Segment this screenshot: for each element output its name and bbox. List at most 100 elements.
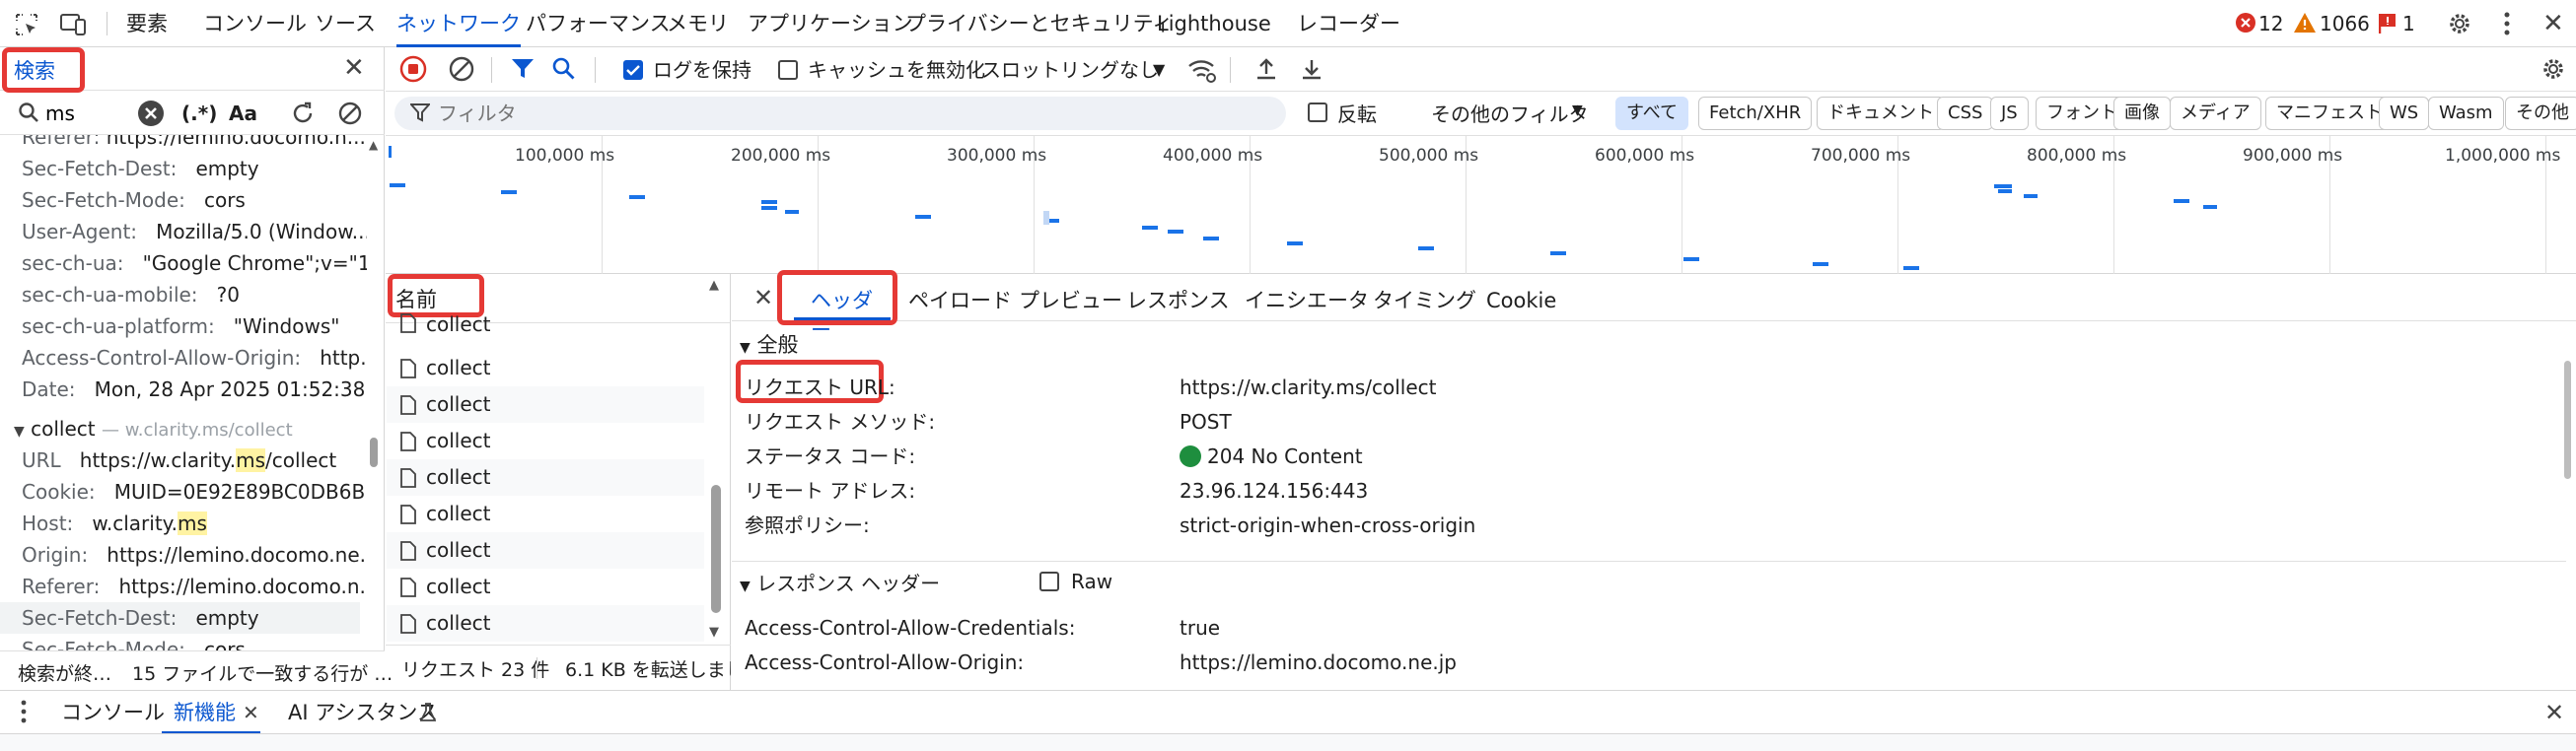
drawer-menu-icon[interactable] xyxy=(20,699,28,724)
result-line[interactable]: Referer: https://lemino.docomo.n... xyxy=(22,571,367,602)
chevron-down-icon[interactable]: ▼ xyxy=(1572,102,1583,118)
scrollbar-thumb[interactable] xyxy=(711,485,721,613)
detail-tab-preview[interactable]: プレビュー xyxy=(1019,279,1122,322)
search-network-icon[interactable] xyxy=(551,56,577,82)
result-line[interactable]: Origin: https://lemino.docomo.ne.... xyxy=(22,539,367,571)
tab-recorder[interactable]: レコーダー xyxy=(1297,0,1400,47)
request-row[interactable]: collect xyxy=(387,496,704,532)
detail-tab-timing[interactable]: タイミング xyxy=(1373,279,1476,322)
invert-checkbox[interactable] xyxy=(1308,102,1327,122)
detail-tab-response[interactable]: レスポンス xyxy=(1126,279,1230,322)
result-line[interactable]: sec-ch-ua-mobile: ?0 xyxy=(22,279,240,310)
filter-chip-manifest[interactable]: マニフェスト xyxy=(2265,97,2394,130)
search-input[interactable] xyxy=(45,99,134,128)
clear-results-icon[interactable] xyxy=(337,101,363,126)
drawer-tab-console[interactable]: コンソール xyxy=(61,691,165,734)
result-line[interactable]: URL https://w.clarity.ms/collect xyxy=(22,444,336,476)
result-line-selected[interactable]: Sec-Fetch-Dest: empty xyxy=(0,602,360,634)
clear-icon[interactable] xyxy=(448,55,475,83)
result-line[interactable]: Sec-Fetch-Mode: cors xyxy=(22,184,246,216)
tab-performance[interactable]: パフォーマンス xyxy=(526,0,671,47)
request-row[interactable]: collect xyxy=(387,423,704,459)
settings-gear-icon[interactable] xyxy=(2447,11,2472,36)
preserve-log-checkbox[interactable] xyxy=(623,60,643,80)
error-icon[interactable] xyxy=(2235,12,2256,34)
request-row[interactable]: collect xyxy=(387,386,704,423)
preserve-log-label[interactable]: ログを保持 xyxy=(653,47,751,93)
scroll-up-icon[interactable]: ▲ xyxy=(709,278,719,293)
raw-checkbox[interactable] xyxy=(1039,572,1059,591)
network-settings-icon[interactable] xyxy=(2540,56,2566,82)
request-row[interactable]: collect xyxy=(387,350,704,386)
tab-memory[interactable]: メモリ xyxy=(667,0,729,47)
filter-chip-css[interactable]: CSS xyxy=(1937,97,1994,130)
error-count[interactable]: 12 xyxy=(2258,0,2283,47)
drawer-tab-ai-assistance[interactable]: AI アシスタンス xyxy=(288,691,438,734)
network-conditions-icon[interactable] xyxy=(1187,56,1217,84)
filter-input-box[interactable] xyxy=(394,97,1286,130)
result-line[interactable]: sec-ch-ua-platform: "Windows" xyxy=(22,310,339,342)
result-line[interactable]: Cookie: MUID=0E92E89BC0DB6B... xyxy=(22,476,367,508)
tab-privacy-security[interactable]: プライバシーとセキュリティ xyxy=(905,0,1173,47)
close-devtools-icon[interactable]: ✕ xyxy=(2542,11,2564,36)
inspect-element-icon[interactable] xyxy=(14,12,39,37)
detail-tab-payload[interactable]: ペイロード xyxy=(908,279,1012,322)
raw-label[interactable]: Raw xyxy=(1071,570,1112,593)
details-scrollbar[interactable] xyxy=(2560,321,2574,690)
tab-application[interactable]: アプリケーション xyxy=(748,0,913,47)
detail-tab-cookie[interactable]: Cookie xyxy=(1486,279,1556,322)
filter-chip-js[interactable]: JS xyxy=(1990,97,2029,130)
close-drawer-icon[interactable]: ✕ xyxy=(2544,691,2564,734)
more-filters-select[interactable]: その他のフィルタ xyxy=(1431,99,1589,127)
tab-sources[interactable]: ソース xyxy=(315,0,376,47)
disable-cache-checkbox[interactable] xyxy=(778,60,798,80)
close-search-icon[interactable]: ✕ xyxy=(343,53,365,83)
filter-chip-ws[interactable]: WS xyxy=(2379,97,2430,130)
search-panel-title[interactable]: 検索 xyxy=(14,55,55,85)
scrollbar-thumb[interactable] xyxy=(370,438,378,467)
filter-chip-wasm[interactable]: Wasm xyxy=(2428,97,2504,130)
scroll-up-icon[interactable]: ▲ xyxy=(369,138,378,152)
filter-funnel-icon[interactable] xyxy=(510,56,536,82)
request-row[interactable]: collect xyxy=(387,605,704,642)
issues-flag-icon[interactable] xyxy=(2379,13,2398,34)
scrollbar-thumb[interactable] xyxy=(2564,361,2571,479)
import-har-icon[interactable] xyxy=(1253,56,1279,82)
result-line[interactable]: Sec-Fetch-Dest: empty xyxy=(22,153,259,184)
case-sensitive-toggle[interactable]: Aa xyxy=(229,102,257,125)
throttling-select[interactable]: スロットリングなし xyxy=(981,47,1159,93)
result-line[interactable]: Access-Control-Allow-Origin: http... xyxy=(22,342,367,374)
disable-cache-label[interactable]: キャッシュを無効化 xyxy=(808,47,985,93)
close-tab-icon[interactable]: ✕ xyxy=(243,691,259,734)
more-options-icon[interactable] xyxy=(2503,10,2511,37)
filter-chip-other[interactable]: その他 xyxy=(2505,97,2576,130)
filter-input[interactable] xyxy=(438,99,1030,128)
result-line[interactable]: User-Agent: Mozilla/5.0 (Window... xyxy=(22,216,367,247)
filter-chip-image[interactable]: 画像 xyxy=(2113,97,2171,130)
drawer-tab-whats-new[interactable]: 新機能 xyxy=(174,691,236,734)
request-row[interactable]: collect xyxy=(387,313,704,335)
chevron-down-icon[interactable]: ▼ xyxy=(1153,56,1165,84)
filter-chip-media[interactable]: メディア xyxy=(2170,97,2261,130)
record-stop-icon[interactable] xyxy=(399,55,427,83)
tab-elements[interactable]: 要素 xyxy=(126,0,168,47)
scroll-down-icon[interactable]: ▼ xyxy=(709,625,719,640)
device-toolbar-icon[interactable] xyxy=(59,12,87,37)
export-har-icon[interactable] xyxy=(1299,56,1324,82)
result-group-header[interactable]: ▼ collect — w.clarity.ms/collect xyxy=(14,413,293,444)
result-line[interactable]: Referer: https://lemino.docomo.n... xyxy=(22,135,366,153)
warning-icon[interactable] xyxy=(2293,12,2317,34)
tab-lighthouse[interactable]: Lighthouse xyxy=(1157,0,1271,47)
request-list-scrollbar[interactable]: ▲ ▼ xyxy=(707,278,727,672)
result-line[interactable]: Host: w.clarity.ms xyxy=(22,508,207,539)
tab-network[interactable]: ネットワーク xyxy=(396,0,521,47)
request-row[interactable]: collect xyxy=(387,459,704,496)
detail-tab-initiator[interactable]: イニシエータ xyxy=(1245,279,1369,322)
search-results-scrollbar[interactable]: ▲ ▼ xyxy=(367,138,381,692)
tab-console[interactable]: コンソール xyxy=(203,0,307,47)
request-row[interactable]: collect xyxy=(387,569,704,605)
invert-label[interactable]: 反転 xyxy=(1337,99,1377,127)
warning-count[interactable]: 1066 xyxy=(2320,0,2370,47)
column-header-name[interactable]: 名前 xyxy=(395,282,437,317)
regex-toggle[interactable]: (.*) xyxy=(181,102,217,125)
